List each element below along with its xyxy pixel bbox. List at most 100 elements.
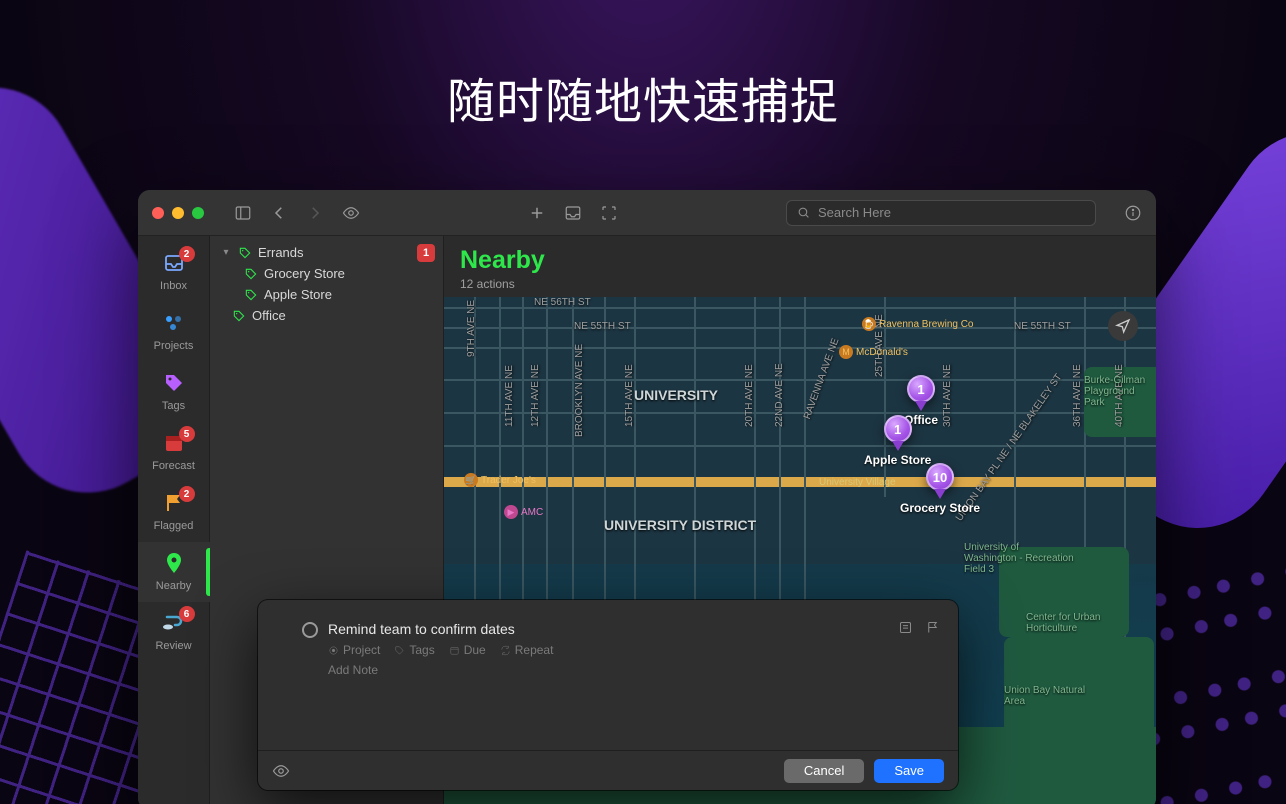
task-checkbox[interactable] (302, 622, 318, 638)
chevron-down-icon[interactable]: ▾ (220, 247, 232, 258)
tag-icon (244, 288, 258, 302)
tag-row-grocery[interactable]: Grocery Store (210, 263, 443, 284)
field-label: Repeat (515, 643, 554, 657)
sidebar-item-projects[interactable]: Projects (138, 302, 210, 362)
marketing-headline: 随时随地快速捕捉 (0, 62, 1286, 132)
quick-entry-sheet: Remind team to confirm dates Project Tag… (258, 600, 958, 790)
titlebar: Search Here (138, 190, 1156, 236)
sidebar-item-flagged[interactable]: 2 Flagged (138, 482, 210, 542)
due-field[interactable]: Due (449, 643, 486, 657)
flag-icon[interactable] (925, 620, 940, 635)
note-input[interactable]: Add Note (328, 663, 938, 677)
tag-icon (238, 246, 252, 260)
close-window-button[interactable] (152, 207, 164, 219)
tag-row-apple[interactable]: Apple Store (210, 284, 443, 305)
zoom-window-button[interactable] (192, 207, 204, 219)
repeat-field[interactable]: Repeat (500, 643, 554, 657)
map-poi: Union Bay Natural Area (1004, 685, 1094, 707)
field-label: Project (343, 643, 380, 657)
map-street-label: 12TH AVE NE (530, 364, 541, 427)
minimize-window-button[interactable] (172, 207, 184, 219)
tag-label: Errands (258, 245, 304, 260)
map-street-label: 9TH AVE NE (466, 300, 477, 357)
nav-back-button[interactable] (270, 204, 288, 222)
map-street-label: NE 56TH ST (534, 297, 591, 308)
review-badge: 6 (179, 606, 195, 622)
tags-field[interactable]: Tags (394, 643, 434, 657)
map-poi: 🍺Ravenna Brewing Co (862, 317, 974, 331)
map-district-label: UNIVERSITY DISTRICT (604, 517, 756, 533)
project-icon (328, 645, 339, 656)
search-input[interactable]: Search Here (786, 200, 1096, 226)
map-poi: University Village (819, 477, 896, 488)
review-icon: 6 (161, 610, 187, 636)
sidebar-item-tags[interactable]: Tags (138, 362, 210, 422)
search-icon (797, 206, 810, 219)
tag-icon (232, 309, 246, 323)
project-field[interactable]: Project (328, 643, 380, 657)
map-street-label: 30TH AVE NE (942, 364, 953, 427)
sidebar-item-inbox[interactable]: 2 Inbox (138, 242, 210, 302)
flagged-icon: 2 (161, 490, 187, 516)
map-street-label: BROOKLYN AVE NE (574, 344, 585, 437)
map-pin[interactable]: 10 Grocery Store (900, 463, 980, 515)
sidebar-item-forecast[interactable]: 5 Forecast (138, 422, 210, 482)
tag-label: Apple Store (264, 287, 332, 302)
eye-icon[interactable] (342, 204, 360, 222)
map-pin[interactable]: 1 Apple Store (864, 415, 931, 467)
map-street-label: 22ND AVE NE (774, 363, 785, 427)
tags-panel-badge: 1 (417, 244, 435, 262)
window-controls (152, 207, 204, 219)
focus-button[interactable] (600, 204, 618, 222)
map-street-label: NE 55TH ST (1014, 321, 1071, 332)
tag-row-errands[interactable]: ▾ Errands (210, 242, 443, 263)
sidebar-item-review[interactable]: 6 Review (138, 602, 210, 662)
task-title-input[interactable]: Remind team to confirm dates (328, 621, 938, 637)
calendar-icon (449, 645, 460, 656)
sidebar-item-label: Tags (162, 400, 185, 412)
tag-row-office[interactable]: Office (210, 305, 443, 326)
add-button[interactable] (528, 204, 546, 222)
repeat-icon (500, 645, 511, 656)
sidebar: 2 Inbox Projects Tags 5 (138, 236, 210, 804)
map-pin-label: Grocery Store (900, 501, 980, 515)
flagged-badge: 2 (179, 486, 195, 502)
forecast-icon: 5 (161, 430, 187, 456)
toggle-sidebar-button[interactable] (234, 204, 252, 222)
location-arrow-icon (1115, 318, 1131, 334)
nearby-icon (161, 550, 187, 576)
tags-icon (161, 370, 187, 396)
map-street-label: 15TH AVE NE (624, 364, 635, 427)
map-street-label: 36TH AVE NE (1072, 364, 1083, 427)
inbox-icon: 2 (161, 250, 187, 276)
cancel-button[interactable]: Cancel (784, 759, 864, 783)
map-poi: Burke-Gilman Playground Park (1084, 375, 1156, 408)
map-poi: University of Washington - Recreation Fi… (964, 542, 1074, 575)
sidebar-item-nearby[interactable]: Nearby (138, 542, 210, 602)
eye-icon[interactable] (272, 762, 290, 780)
nav-forward-button[interactable] (306, 204, 324, 222)
sidebar-item-label: Nearby (156, 580, 191, 592)
app-window: Search Here 2 Inbox Projects (138, 190, 1156, 804)
attachment-icon[interactable] (898, 620, 913, 635)
tag-label: Grocery Store (264, 266, 345, 281)
map-street-label: 11TH AVE NE (504, 365, 515, 427)
info-button[interactable] (1124, 204, 1142, 222)
map-poi: 🛒Trader Joe's (464, 473, 536, 487)
field-label: Tags (409, 643, 434, 657)
map-district-label: UNIVERSITY (634, 387, 718, 403)
save-button[interactable]: Save (874, 759, 944, 783)
projects-icon (161, 310, 187, 336)
sidebar-item-label: Inbox (160, 280, 187, 292)
tag-icon (394, 645, 405, 656)
tag-label: Office (252, 308, 286, 323)
field-label: Due (464, 643, 486, 657)
map-street-label: 20TH AVE NE (744, 364, 755, 427)
sidebar-item-label: Review (155, 640, 191, 652)
forecast-badge: 5 (179, 426, 195, 442)
locate-me-button[interactable] (1108, 311, 1138, 341)
page-subtitle: 12 actions (460, 277, 1140, 291)
sidebar-item-label: Forecast (152, 460, 195, 472)
inbox-quickentry-button[interactable] (564, 204, 582, 222)
map-poi: Center for Urban Horticulture (1026, 612, 1136, 634)
